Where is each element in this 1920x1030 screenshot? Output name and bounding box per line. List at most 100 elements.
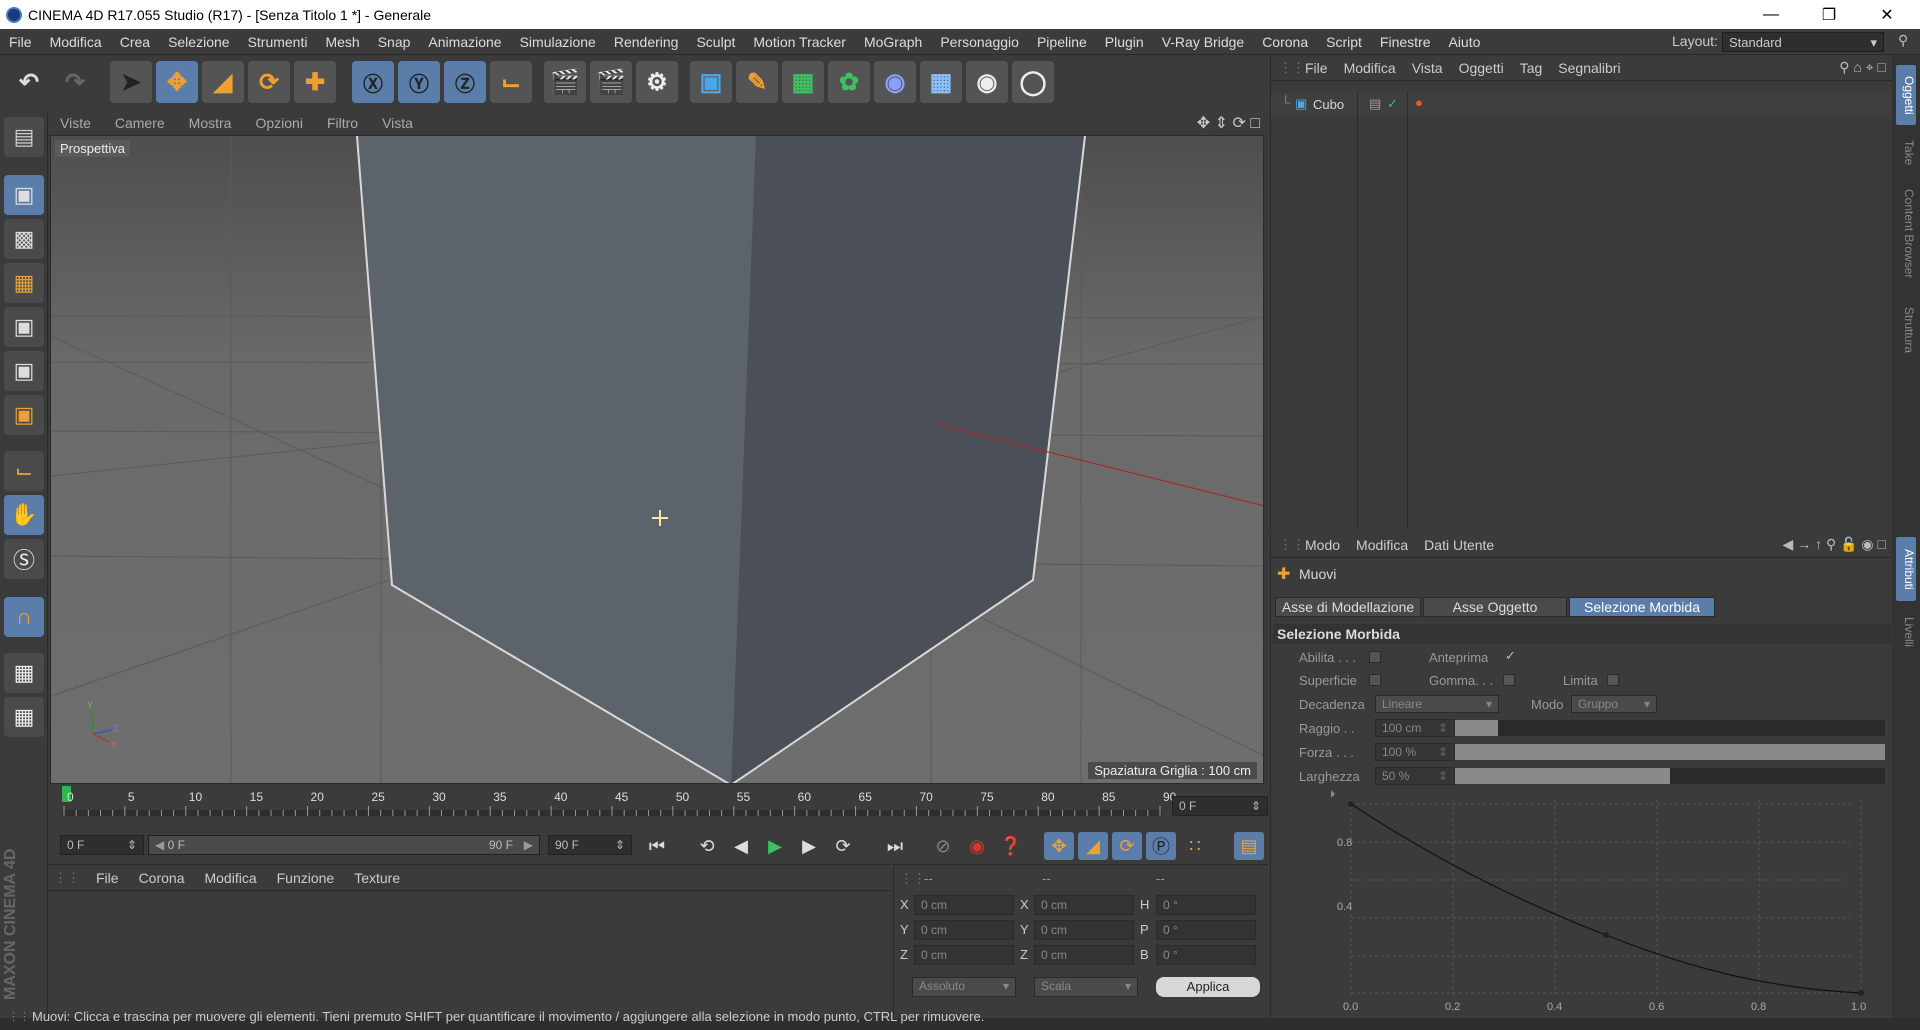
x-axis-lock-icon[interactable]: Ⓧ — [352, 61, 394, 103]
select-arrow-icon[interactable]: ➤ — [110, 61, 152, 103]
redo-icon[interactable]: ↷ — [54, 61, 96, 103]
material-menu-texture[interactable]: Texture — [344, 870, 410, 886]
end-frame-field[interactable]: 90 F ⇕ — [548, 835, 632, 855]
decadenza-select[interactable]: Lineare ▾ — [1375, 695, 1499, 713]
previous-frame-icon[interactable]: ◀ — [726, 832, 756, 860]
coord-size-z-field[interactable]: 0 cm — [1034, 945, 1134, 965]
camera-icon[interactable]: ◉ — [966, 61, 1008, 103]
menu-vray-bridge[interactable]: V-Ray Bridge — [1153, 34, 1253, 50]
cube-object-icon[interactable]: ▣ — [690, 61, 732, 103]
forza-field[interactable]: 100 % ⇕ — [1375, 743, 1455, 761]
viewport-nav-icons[interactable]: ✥ ⇕ ⟳ □ — [1197, 113, 1260, 133]
phong-tag-icon[interactable]: ● — [1415, 95, 1423, 110]
panel-grip-icon[interactable]: ⋮⋮ — [900, 871, 926, 887]
objects-header-icons[interactable]: ⚲ ⌂ ⌖ □ — [1839, 59, 1886, 76]
next-key-icon[interactable]: ⟳ — [828, 832, 858, 860]
limita-checkbox[interactable] — [1607, 674, 1619, 686]
key-parameter-icon[interactable]: Ⓟ — [1146, 832, 1176, 860]
side-tab-livelli[interactable]: Livelli — [1896, 607, 1916, 657]
menu-finestre[interactable]: Finestre — [1371, 34, 1440, 50]
tab-selezione-morbida[interactable]: Selezione Morbida — [1569, 597, 1715, 617]
coord-rot-b-field[interactable]: 0 ° — [1156, 945, 1256, 965]
play-icon[interactable]: ▶ — [760, 832, 790, 860]
record-keys-icon[interactable]: ◉ — [962, 832, 992, 860]
viewport-menu-opzioni[interactable]: Opzioni — [243, 115, 314, 131]
search-icon[interactable]: ⚲ — [1898, 32, 1908, 49]
live-selection-icon[interactable]: ✚ — [294, 61, 336, 103]
cloner-icon[interactable]: ✿ — [828, 61, 870, 103]
attr-header-icons[interactable]: ◀ → ↑ ⚲ 🔓 ◉ □ — [1783, 536, 1886, 553]
layout-select[interactable]: Standard ▾ — [1722, 32, 1884, 52]
record-disabled-icon[interactable]: ⊘ — [928, 832, 958, 860]
restore-button[interactable]: ❐ — [1800, 0, 1858, 29]
y-axis-lock-icon[interactable]: Ⓨ — [398, 61, 440, 103]
timeline-ruler[interactable]: 0 5 10 15 20 25 30 35 40 45 50 55 60 65 70 75 80 85 90 0 F… — [48, 786, 1268, 826]
side-tab-content-browser[interactable]: Content Browser — [1896, 179, 1916, 289]
layer-icon[interactable]: ▤ — [1369, 96, 1381, 112]
superficie-checkbox[interactable] — [1369, 674, 1381, 686]
viewport-menu-viste[interactable]: Viste — [48, 115, 103, 131]
object-name[interactable]: Cubo — [1313, 97, 1344, 112]
curve-point-end[interactable] — [1858, 990, 1864, 996]
raggio-slider[interactable] — [1455, 720, 1885, 736]
menu-corona[interactable]: Corona — [1253, 34, 1317, 50]
larghezza-field[interactable]: 50 % ⇕ — [1375, 767, 1455, 785]
material-menu-corona[interactable]: Corona — [129, 870, 195, 886]
key-position-icon[interactable]: ✥ — [1044, 832, 1074, 860]
tab-asse-modellazione[interactable]: Asse di Modellazione — [1275, 597, 1421, 617]
coord-mode-select[interactable]: Assoluto ▾ — [912, 977, 1016, 997]
snap-magnet-icon[interactable]: ∩ — [4, 597, 44, 637]
menu-aiuto[interactable]: Aiuto — [1439, 34, 1489, 50]
render-picture-viewer-icon[interactable]: 🎬 — [590, 61, 632, 103]
frame-range-slider[interactable]: ◀ 0 F 90 F ▶ — [148, 835, 540, 855]
z-axis-lock-icon[interactable]: Ⓩ — [444, 61, 486, 103]
panel-grip-icon[interactable]: ⋮⋮ — [48, 870, 86, 886]
curve-point-start[interactable] — [1348, 801, 1354, 807]
tab-asse-oggetto[interactable]: Asse Oggetto — [1423, 597, 1567, 617]
attr-menu-modifica[interactable]: Modifica — [1348, 537, 1416, 553]
viewport-menu-camere[interactable]: Camere — [103, 115, 177, 131]
model-mode-icon[interactable]: ▣ — [4, 175, 44, 215]
menu-crea[interactable]: Crea — [111, 34, 159, 50]
attr-menu-dati-utente[interactable]: Dati Utente — [1416, 537, 1502, 553]
coord-pos-z-field[interactable]: 0 cm — [914, 945, 1014, 965]
menu-plugin[interactable]: Plugin — [1096, 34, 1153, 50]
go-to-end-icon[interactable]: ⏭ — [880, 832, 910, 860]
menu-sculpt[interactable]: Sculpt — [687, 34, 744, 50]
deformer-icon[interactable]: ◉ — [874, 61, 916, 103]
start-frame-field[interactable]: 0 F ⇕ — [60, 835, 144, 855]
timeline-window-icon[interactable]: ▤ — [1234, 832, 1264, 860]
forza-slider[interactable] — [1455, 744, 1885, 760]
menu-personaggio[interactable]: Personaggio — [931, 34, 1028, 50]
objects-menu-vista[interactable]: Vista — [1404, 60, 1451, 76]
raggio-field[interactable]: 100 cm ⇕ — [1375, 719, 1455, 737]
render-view-icon[interactable]: 🎬 — [544, 61, 586, 103]
material-menu-modifica[interactable]: Modifica — [194, 870, 266, 886]
workplane-snap-icon[interactable]: ▦ — [4, 697, 44, 737]
viewport-menu-filtro[interactable]: Filtro — [315, 115, 370, 131]
apply-button[interactable]: Applica — [1156, 977, 1260, 997]
gomma-checkbox[interactable] — [1503, 674, 1515, 686]
scale-tool-icon[interactable]: ◢ — [202, 61, 244, 103]
pen-spline-icon[interactable]: ✎ — [736, 61, 778, 103]
objects-menu-tag[interactable]: Tag — [1512, 60, 1551, 76]
solo-icon[interactable]: Ⓢ — [4, 539, 44, 579]
menu-mesh[interactable]: Mesh — [316, 34, 368, 50]
key-pla-icon[interactable]: ∷ — [1180, 832, 1210, 860]
abilita-checkbox[interactable] — [1369, 651, 1381, 663]
panel-grip-icon[interactable]: ⋮⋮ — [1279, 537, 1305, 553]
side-tab-attributi[interactable]: Attributi — [1896, 537, 1916, 601]
menu-selezione[interactable]: Selezione — [159, 34, 239, 50]
tweak-mode-icon[interactable]: ✋ — [4, 495, 44, 535]
menu-modifica[interactable]: Modifica — [41, 34, 111, 50]
falloff-curve-graph[interactable]: 0.8 0.4 0.0 0.2 0.4 0.6 0.8 1.0 — [1311, 790, 1871, 1016]
go-to-start-icon[interactable]: ⏮ — [642, 832, 672, 860]
viewport-menu-vista[interactable]: Vista — [370, 115, 425, 131]
make-editable-icon[interactable]: ▤ — [4, 117, 44, 157]
next-frame-icon[interactable]: ▶ — [794, 832, 824, 860]
polygons-mode-icon[interactable]: ▣ — [4, 395, 44, 435]
side-tab-take[interactable]: Take — [1896, 133, 1916, 173]
coord-pos-y-field[interactable]: 0 cm — [914, 920, 1014, 940]
objects-menu-modifica[interactable]: Modifica — [1336, 60, 1404, 76]
undo-icon[interactable]: ↶ — [8, 61, 50, 103]
